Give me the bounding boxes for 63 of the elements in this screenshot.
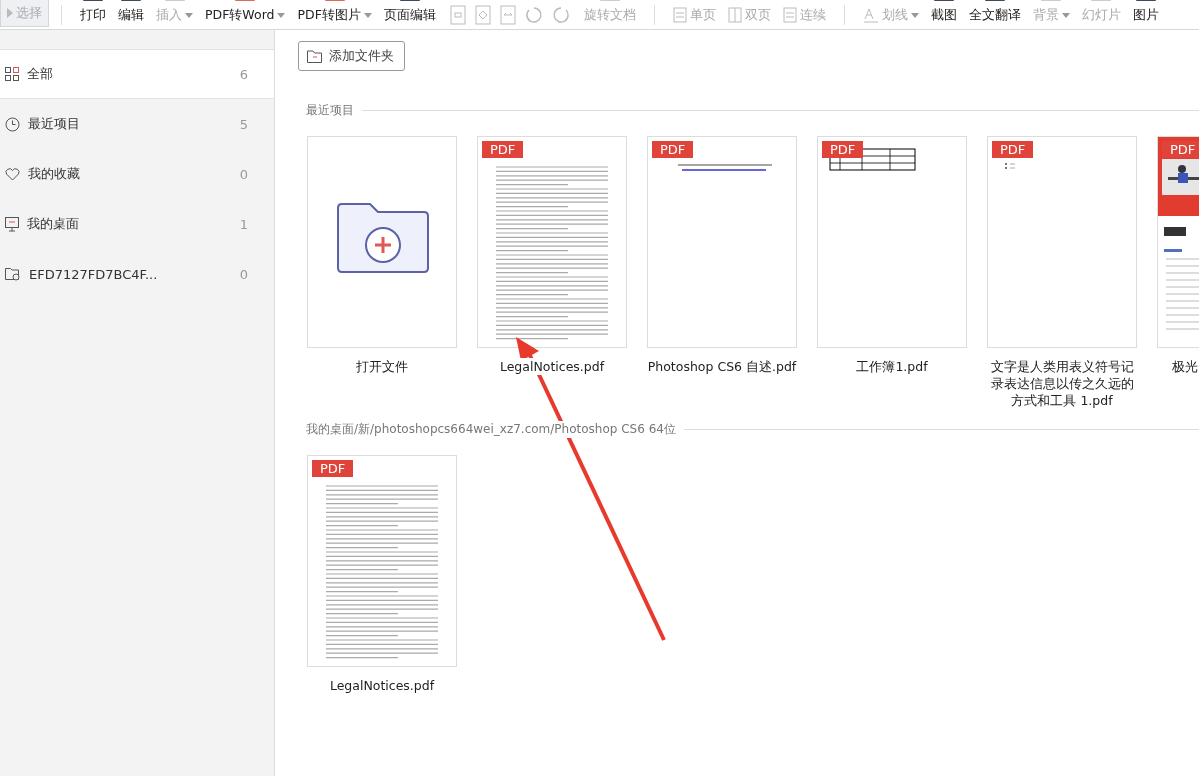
fit-page-icon[interactable] [474,5,491,25]
pdf-thumbnail[interactable]: PDF [477,136,627,348]
sidebar-label: 我的收藏 [28,165,81,183]
pdf-thumbnail[interactable]: PDF [307,455,457,667]
toolbar-button[interactable]: 编辑 [112,5,150,25]
item-count: 0 [239,166,248,182]
item-count: 0 [239,266,248,282]
sidebar-label: 我的桌面 [27,215,80,233]
sidebar-item[interactable]: 我的桌面 1 [0,199,274,249]
caret-icon [910,12,919,18]
pdf-badge: PDF [312,460,354,477]
file-name: Photoshop CS6 自述.pdf [647,358,797,375]
sidebar-item[interactable]: 最近项目 5 [0,99,274,149]
toolbar-button[interactable]: PDF转图片 [291,5,378,25]
sidebar-label: 全部 [27,65,54,83]
sidebar-item[interactable]: 全部 6 [0,49,274,99]
actual-size-icon[interactable] [449,5,466,25]
caret-icon [185,12,193,18]
add-folder-button[interactable]: 添加文件夹 [298,41,405,71]
pdf-thumbnail[interactable]: PDF [817,136,967,348]
section-title: 我的桌面/新/photoshopcs664wei_xz7.com/Photoshop CS6 64位 [306,421,676,438]
grid-icon [5,67,19,81]
heart-icon [5,167,20,181]
toolbar-button[interactable]: PDF转Word [199,5,292,25]
pdf-badge: PDF [1162,141,1199,158]
item-count: 1 [239,216,248,232]
toolbar-button[interactable]: 打印 [74,5,112,25]
fit-width-icon[interactable] [499,5,516,25]
item-count: 6 [239,66,248,82]
item-count: 5 [239,116,248,132]
pdf-thumbnail[interactable]: PDF [647,136,797,348]
toolbar-button[interactable]: 页面编辑 [377,5,442,25]
pdf-badge: PDF [992,141,1034,158]
sidebar-item[interactable]: EFD7127FD7BC4F... 0 [0,249,274,299]
page-layout-icon [727,7,742,23]
cursor-icon [7,8,13,18]
folder-add-icon [336,202,430,274]
rotate-right-icon[interactable] [551,6,570,24]
clock-icon [5,116,20,132]
pdf-badge: PDF [652,141,694,158]
document-preview-drawing [1005,163,1015,170]
sidebar-label: EFD7127FD7BC4F... [29,266,159,282]
toolbar-button[interactable]: 图片 [1126,5,1165,25]
monitor-icon [5,216,19,232]
caret-icon [1061,12,1070,18]
folder-icon [307,49,323,63]
caret-icon [277,12,286,18]
pdf-thumbnail[interactable]: PDF [987,136,1137,348]
rotate-left-icon[interactable] [524,6,543,24]
caret-icon [363,12,372,18]
pdf-badge: PDF [822,141,864,158]
folder-clock-icon [5,267,21,281]
open-file-tile[interactable] [307,136,457,348]
section-title: 最近项目 [306,102,354,119]
pdf-badge: PDF [482,141,524,158]
toolbar-button[interactable]: 截图 [924,5,963,25]
page-layout-icon [672,7,687,23]
sidebar-item[interactable]: 我的收藏 0 [0,149,274,199]
toolbar-button[interactable]: 全文翻译 [962,5,1027,25]
page-layout-icon [782,7,797,23]
pdf-thumbnail[interactable]: PDF [1157,136,1199,348]
sidebar-label: 最近项目 [28,115,81,133]
text-underline-icon [862,7,879,23]
